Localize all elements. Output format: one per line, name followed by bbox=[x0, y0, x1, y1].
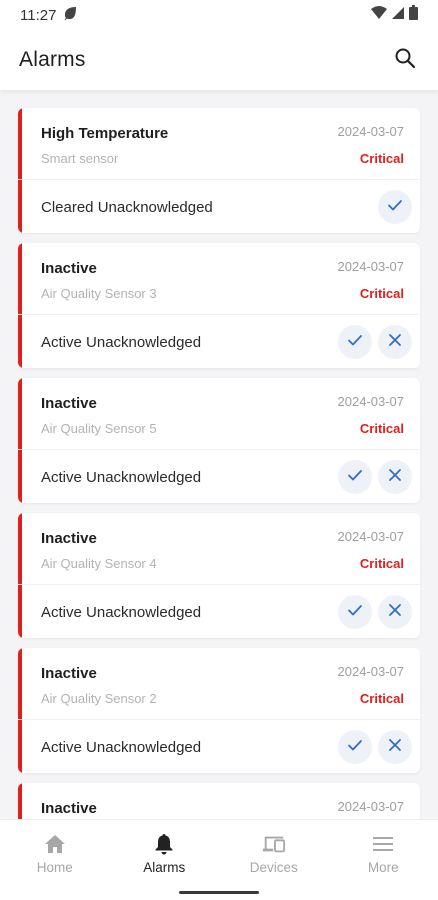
acknowledge-button[interactable] bbox=[378, 190, 412, 224]
close-icon bbox=[388, 333, 402, 352]
alarm-card[interactable]: High Temperature 2024-03-07 Smart sensor… bbox=[18, 108, 420, 233]
alarm-status: Active Unacknowledged bbox=[41, 469, 202, 486]
alarm-card-header: Inactive 2024-03-07 Air Quality Sensor 4… bbox=[18, 513, 420, 585]
alarm-title: Inactive bbox=[41, 665, 97, 682]
alarm-card[interactable]: Inactive 2024-03-07 Air Quality Sensor 2… bbox=[18, 648, 420, 773]
leaf-icon bbox=[62, 5, 78, 25]
close-icon bbox=[388, 468, 402, 487]
app-bar: Alarms bbox=[0, 30, 438, 90]
search-button[interactable] bbox=[390, 45, 420, 75]
alarm-card[interactable]: Inactive 2024-03-07 bbox=[18, 783, 420, 819]
alarm-date: 2024-03-07 bbox=[337, 529, 405, 544]
alarm-date: 2024-03-07 bbox=[337, 799, 405, 814]
nav-item-alarms[interactable]: Alarms bbox=[110, 820, 220, 900]
acknowledge-button[interactable] bbox=[338, 730, 372, 764]
close-icon bbox=[388, 603, 402, 622]
close-icon bbox=[388, 738, 402, 757]
acknowledge-button[interactable] bbox=[338, 460, 372, 494]
alarm-title: Inactive bbox=[41, 800, 97, 817]
alarm-title: Inactive bbox=[41, 260, 97, 277]
alarm-originator: Air Quality Sensor 4 bbox=[41, 556, 157, 571]
nav-item-devices[interactable]: Devices bbox=[219, 820, 329, 900]
home-indicator[interactable] bbox=[179, 891, 259, 894]
alarm-title: High Temperature bbox=[41, 125, 169, 142]
status-right bbox=[371, 5, 418, 25]
alarm-date: 2024-03-07 bbox=[337, 664, 405, 679]
alarm-actions bbox=[378, 190, 412, 224]
alarm-originator: Air Quality Sensor 5 bbox=[41, 421, 157, 436]
alarm-actions bbox=[338, 730, 412, 764]
alarm-card-header: High Temperature 2024-03-07 Smart sensor… bbox=[18, 108, 420, 180]
alarm-card-header: Inactive 2024-03-07 Air Quality Sensor 3… bbox=[18, 243, 420, 315]
clear-button[interactable] bbox=[378, 730, 412, 764]
clear-button[interactable] bbox=[378, 325, 412, 359]
menu-icon bbox=[371, 832, 395, 856]
alarm-card-header: Inactive 2024-03-07 bbox=[18, 783, 420, 819]
alarm-title: Inactive bbox=[41, 530, 97, 547]
alarm-severity: Critical bbox=[359, 556, 404, 571]
alarm-severity: Critical bbox=[359, 151, 404, 166]
nav-label-home: Home bbox=[36, 860, 73, 875]
status-left: 11:27 bbox=[20, 5, 78, 25]
alarm-actions bbox=[338, 325, 412, 359]
signal-icon bbox=[391, 6, 405, 25]
alarm-severity: Critical bbox=[359, 421, 404, 436]
check-icon bbox=[347, 602, 363, 623]
alarm-originator: Air Quality Sensor 2 bbox=[41, 691, 157, 706]
wifi-icon bbox=[371, 5, 387, 25]
alarm-status: Active Unacknowledged bbox=[41, 739, 202, 756]
nav-label-more: More bbox=[367, 860, 399, 875]
alarm-card-header: Inactive 2024-03-07 Air Quality Sensor 2… bbox=[18, 648, 420, 720]
check-icon bbox=[347, 467, 363, 488]
alarm-card[interactable]: Inactive 2024-03-07 Air Quality Sensor 3… bbox=[18, 243, 420, 368]
alarm-date: 2024-03-07 bbox=[337, 394, 405, 409]
alarm-severity: Critical bbox=[359, 691, 404, 706]
clear-button[interactable] bbox=[378, 595, 412, 629]
alarm-severity: Critical bbox=[359, 286, 404, 301]
clear-button[interactable] bbox=[378, 460, 412, 494]
alarm-status: Active Unacknowledged bbox=[41, 604, 202, 621]
alarm-title: Inactive bbox=[41, 395, 97, 412]
devices-icon bbox=[262, 832, 286, 856]
acknowledge-button[interactable] bbox=[338, 325, 372, 359]
alarm-actions bbox=[338, 595, 412, 629]
check-icon bbox=[347, 332, 363, 353]
alarm-status: Cleared Unacknowledged bbox=[41, 199, 213, 216]
bottom-nav: Home Alarms Devices More bbox=[0, 819, 438, 900]
alarm-originator: Smart sensor bbox=[41, 151, 119, 166]
check-icon bbox=[347, 737, 363, 758]
bell-icon bbox=[152, 832, 176, 856]
nav-item-more[interactable]: More bbox=[329, 820, 438, 900]
alarm-card-header: Inactive 2024-03-07 Air Quality Sensor 5… bbox=[18, 378, 420, 450]
alarm-card[interactable]: Inactive 2024-03-07 Air Quality Sensor 5… bbox=[18, 378, 420, 503]
alarm-actions bbox=[338, 460, 412, 494]
check-icon bbox=[387, 197, 403, 218]
alarm-originator: Air Quality Sensor 3 bbox=[41, 286, 157, 301]
alarm-date: 2024-03-07 bbox=[337, 124, 405, 139]
home-icon bbox=[43, 832, 67, 856]
alarm-date: 2024-03-07 bbox=[337, 259, 405, 274]
alarm-list[interactable]: High Temperature 2024-03-07 Smart sensor… bbox=[0, 90, 438, 819]
status-bar: 11:27 bbox=[0, 0, 438, 30]
nav-item-home[interactable]: Home bbox=[0, 820, 110, 900]
status-time: 11:27 bbox=[20, 6, 57, 24]
nav-label-devices: Devices bbox=[249, 860, 298, 875]
search-icon bbox=[394, 47, 416, 74]
acknowledge-button[interactable] bbox=[338, 595, 372, 629]
battery-icon bbox=[409, 5, 418, 25]
alarm-card[interactable]: Inactive 2024-03-07 Air Quality Sensor 4… bbox=[18, 513, 420, 638]
nav-label-alarms: Alarms bbox=[143, 860, 186, 875]
alarm-status: Active Unacknowledged bbox=[41, 334, 202, 351]
page-title: Alarms bbox=[19, 48, 86, 71]
